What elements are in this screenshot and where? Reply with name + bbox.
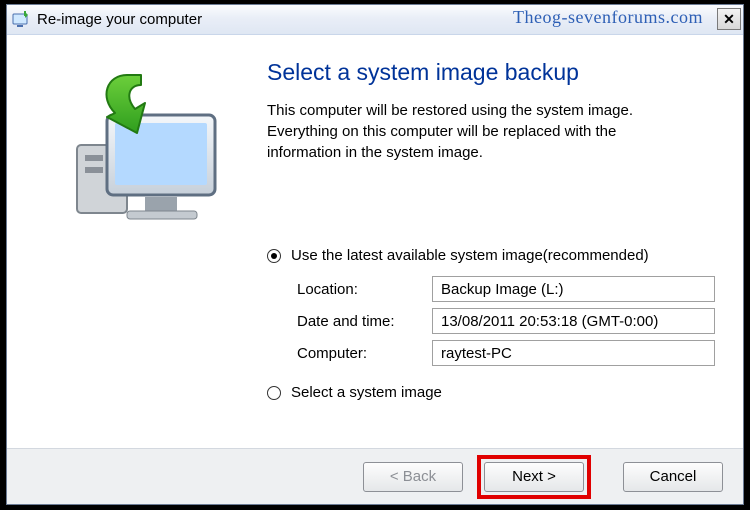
- computer-label: Computer:: [297, 345, 432, 362]
- wizard-content: Select a system image backup This comput…: [257, 35, 743, 448]
- options-group: Use the latest available system image(re…: [267, 239, 715, 401]
- monitor-restore-icon: [11, 10, 31, 30]
- computer-value: raytest-PC: [432, 340, 715, 366]
- location-label: Location:: [297, 281, 432, 298]
- location-value: Backup Image (L:): [432, 276, 715, 302]
- window-title: Re-image your computer: [37, 11, 202, 28]
- close-icon: ✕: [723, 11, 735, 28]
- page-description: This computer will be restored using the…: [267, 100, 687, 163]
- page-heading: Select a system image backup: [267, 59, 715, 86]
- next-button[interactable]: Next >: [484, 462, 584, 492]
- datetime-value: 13/08/2011 20:53:18 (GMT-0:00): [432, 308, 715, 334]
- option-use-latest[interactable]: Use the latest available system image(re…: [267, 247, 715, 264]
- computer-restore-icon: [37, 55, 227, 249]
- field-computer: Computer: raytest-PC: [297, 340, 715, 366]
- reimage-dialog: Re-image your computer Theog-sevenforums…: [6, 4, 744, 505]
- option-use-latest-label: Use the latest available system image(re…: [291, 247, 649, 264]
- next-button-highlight: Next >: [477, 455, 591, 499]
- close-button[interactable]: ✕: [717, 8, 741, 30]
- radio-unselected-icon: [267, 386, 281, 400]
- datetime-label: Date and time:: [297, 313, 432, 330]
- titlebar: Re-image your computer Theog-sevenforums…: [7, 5, 743, 35]
- back-button: < Back: [363, 462, 463, 492]
- watermark-text: Theog-sevenforums.com: [513, 7, 703, 28]
- option-select-image[interactable]: Select a system image: [267, 384, 715, 401]
- cancel-button[interactable]: Cancel: [623, 462, 723, 492]
- wizard-footer: < Back Next > Cancel: [7, 448, 743, 504]
- field-datetime: Date and time: 13/08/2011 20:53:18 (GMT-…: [297, 308, 715, 334]
- wizard-graphic-pane: [7, 35, 257, 448]
- field-location: Location: Backup Image (L:): [297, 276, 715, 302]
- radio-selected-icon: [267, 249, 281, 263]
- dialog-frame: Re-image your computer Theog-sevenforums…: [0, 0, 750, 510]
- dialog-body: Select a system image backup This comput…: [7, 35, 743, 448]
- option-select-image-label: Select a system image: [291, 384, 442, 401]
